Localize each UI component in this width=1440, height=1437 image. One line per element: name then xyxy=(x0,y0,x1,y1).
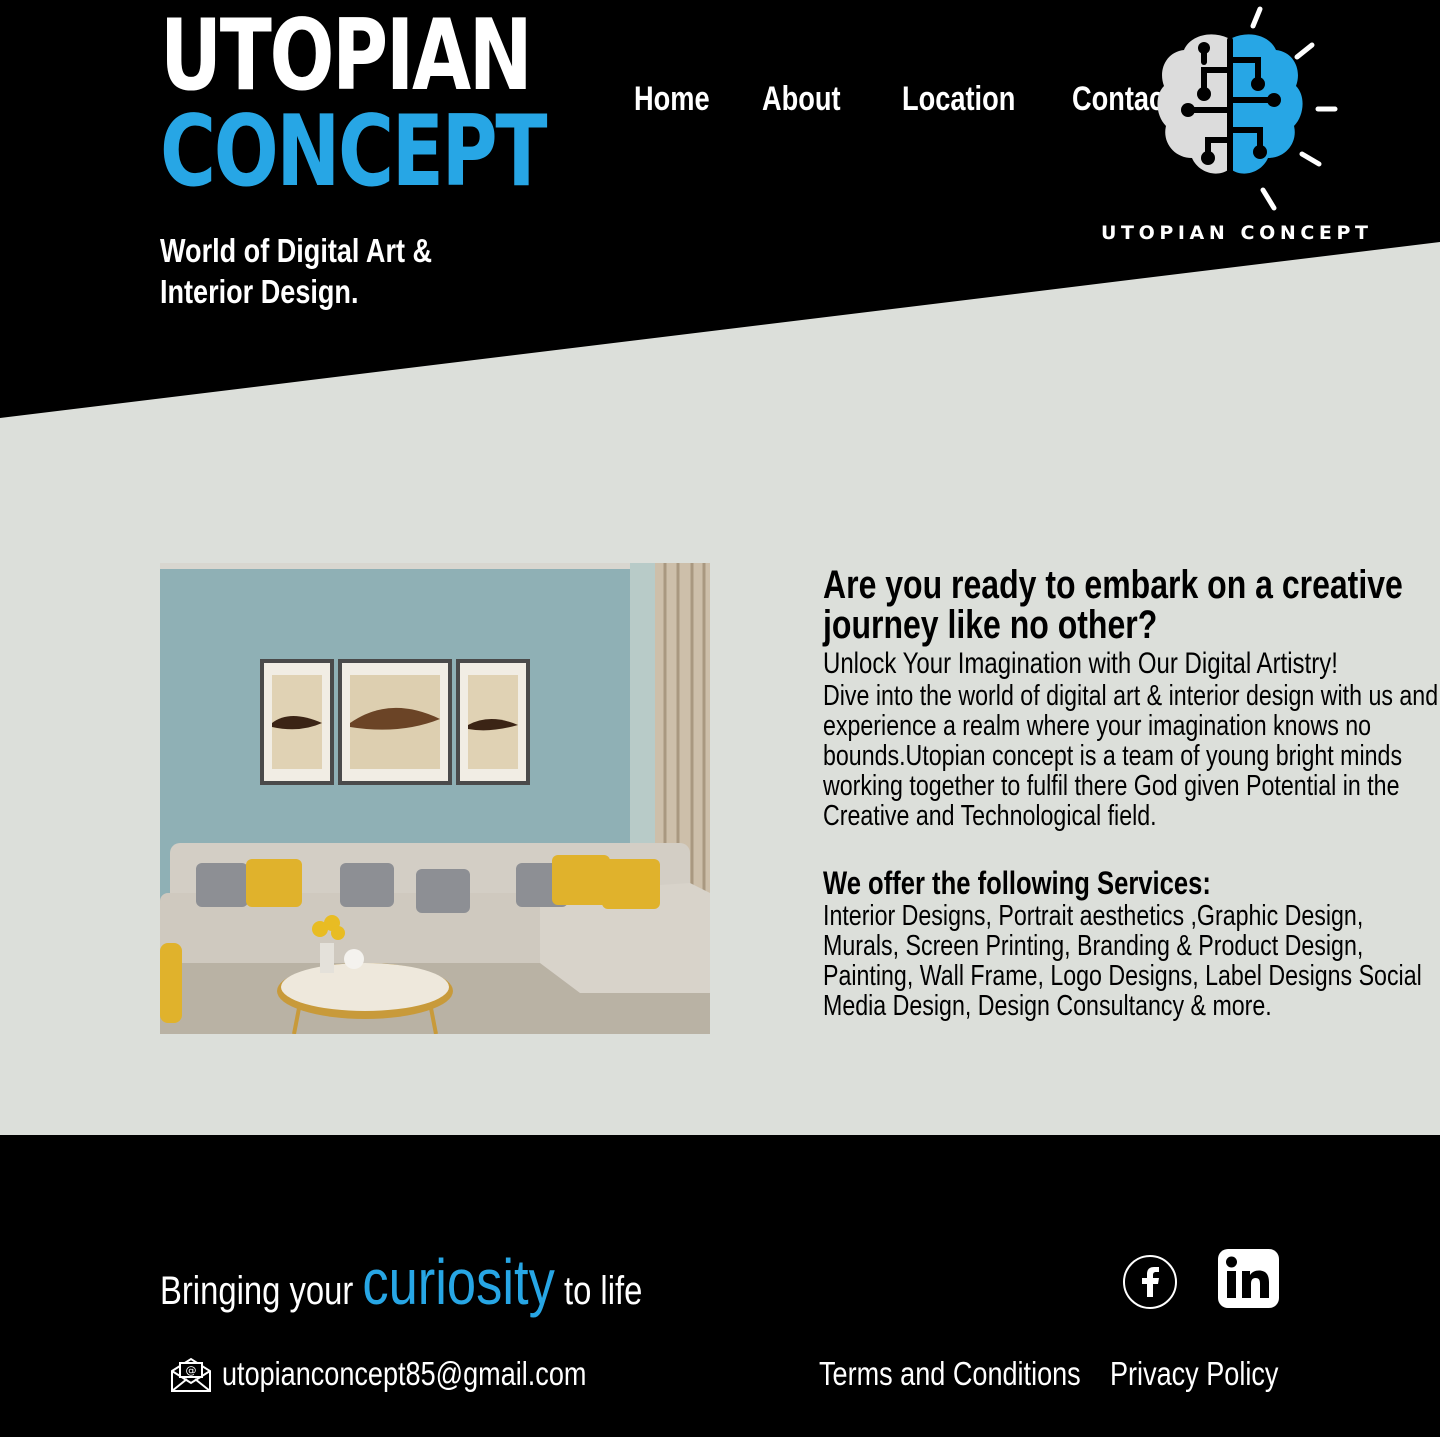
brand-wordmark[interactable]: UTOPIAN CONCEPT xyxy=(160,0,654,210)
brand-line-1: UTOPIAN xyxy=(160,0,533,113)
svg-text:@: @ xyxy=(186,1364,197,1377)
nav-about[interactable]: About xyxy=(762,80,874,119)
brand-line-2: CONCEPT xyxy=(160,95,548,210)
intro-section: Are you ready to embark on a creative jo… xyxy=(823,565,1440,1021)
slogan-accent: curiosity xyxy=(362,1246,555,1318)
brain-logo-icon[interactable] xyxy=(1100,0,1360,250)
footer-slogan: Bringing your curiosity to life xyxy=(160,1245,642,1319)
intro-body: Dive into the world of digital art & int… xyxy=(823,680,1439,832)
privacy-link[interactable]: Privacy Policy xyxy=(1110,1355,1278,1393)
logo-text: UTOPIAN CONCEPT xyxy=(1101,222,1373,244)
email-link[interactable]: utopianconcept85@gmail.com xyxy=(222,1355,586,1393)
linkedin-icon[interactable] xyxy=(1218,1249,1279,1308)
services-title: We offer the following Services: xyxy=(823,865,1211,901)
terms-link[interactable]: Terms and Conditions xyxy=(819,1355,1081,1393)
living-room-image xyxy=(160,563,710,1034)
email-icon: @ xyxy=(171,1357,211,1392)
tagline: World of Digital Art & Interior Design. xyxy=(160,232,433,310)
nav-home[interactable]: Home xyxy=(634,80,736,119)
footer: Bringing your curiosity to life @ utopia… xyxy=(0,1135,1440,1437)
nav-location[interactable]: Location xyxy=(902,80,1038,119)
facebook-icon[interactable] xyxy=(1123,1255,1177,1309)
services-list: Interior Designs, Portrait aesthetics ,G… xyxy=(823,900,1422,1022)
intro-headline: Are you ready to embark on a creative jo… xyxy=(823,563,1403,647)
slogan-before: Bringing your xyxy=(160,1269,363,1313)
intro-subheadline: Unlock Your Imagination with Our Digital… xyxy=(823,647,1338,680)
slogan-after: to life xyxy=(554,1269,643,1313)
